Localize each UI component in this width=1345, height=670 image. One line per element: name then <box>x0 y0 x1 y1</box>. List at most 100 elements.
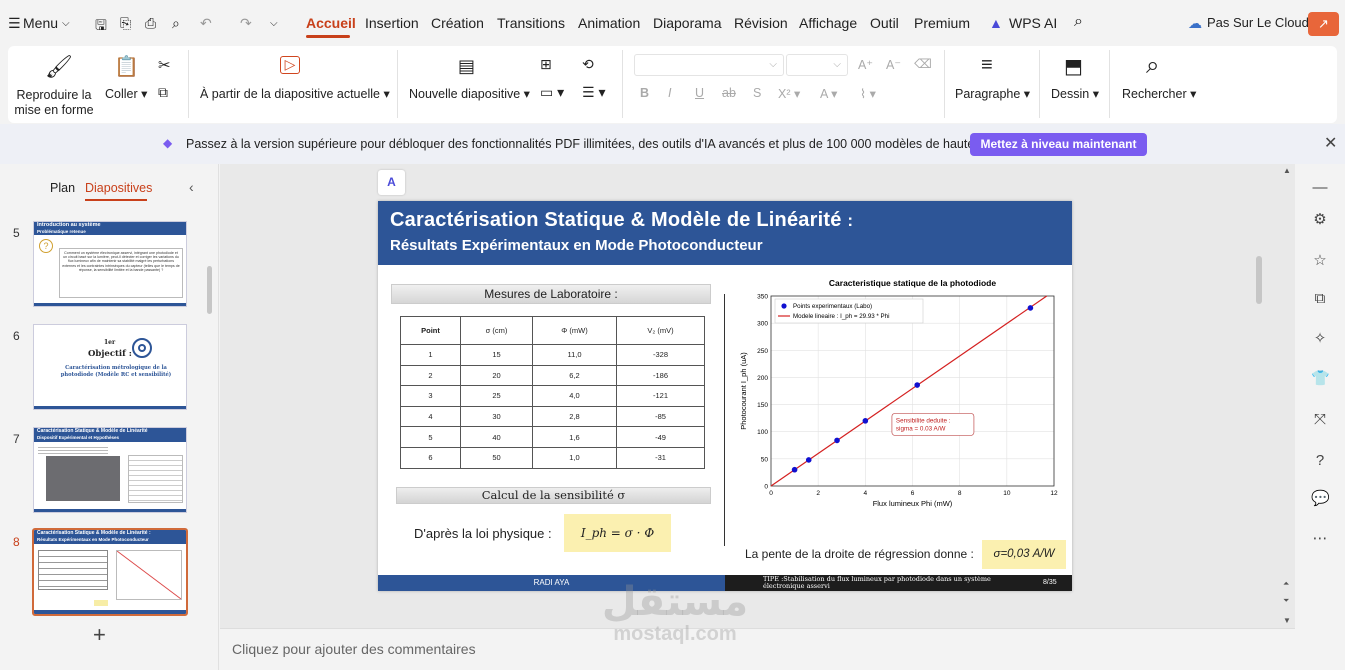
tab-creation[interactable]: Création <box>431 15 484 31</box>
paste-button[interactable]: Coller ▾ <box>105 86 147 101</box>
font-family-select[interactable]: ⌵ <box>634 54 784 76</box>
help-icon[interactable]: ? <box>1311 452 1329 470</box>
format-painter-icon[interactable]: 🖌 <box>45 54 73 80</box>
italic-icon[interactable]: I <box>668 86 671 100</box>
clear-format-icon[interactable]: ⌫ <box>914 56 932 71</box>
shadow-icon[interactable]: S <box>753 86 761 100</box>
layout-icon[interactable]: ⊞ <box>540 56 552 73</box>
chevron-down-icon[interactable]: ⌵ <box>62 18 70 29</box>
properties-icon[interactable]: ⚙ <box>1311 211 1329 229</box>
wps-ai-icon[interactable]: ▲ <box>989 15 1003 31</box>
share-button[interactable]: ↗ <box>1308 12 1339 36</box>
superscript-icon[interactable]: X² ▾ <box>778 86 800 101</box>
wps-ai-button[interactable]: WPS AI <box>1009 15 1057 31</box>
tab-plan[interactable]: Plan <box>50 181 75 195</box>
bold-icon[interactable]: B <box>640 86 649 100</box>
ribbon-divider <box>397 50 398 118</box>
tab-insertion[interactable]: Insertion <box>365 15 419 31</box>
underline-icon[interactable]: U <box>695 86 704 100</box>
slide-thumbnail-7[interactable]: Caractérisation Statique & Modèle de Lin… <box>33 427 187 513</box>
scroll-down-icon[interactable]: ▼ <box>1283 616 1291 625</box>
search-icon[interactable]: ⌕ <box>1074 13 1083 31</box>
save-icon[interactable]: 🖫 <box>95 15 107 39</box>
paragraph-icon[interactable]: ≡ <box>981 54 993 77</box>
calc-header-bar: Calcul de la sensibilité σ <box>396 487 711 504</box>
tab-accueil[interactable]: Accueil <box>306 15 356 31</box>
more-icon[interactable]: ⋯ <box>1311 530 1329 548</box>
slide-number: 6 <box>13 329 20 343</box>
slides-icon[interactable]: ⧉ <box>1311 290 1329 308</box>
canvas-scrollbar[interactable] <box>1256 256 1262 304</box>
current-slide[interactable]: Caractérisation Statique & Modèle de Lin… <box>378 201 1072 591</box>
more-chevron-icon[interactable]: ⌵ <box>270 18 278 29</box>
find-icon[interactable]: ⌕ <box>1146 52 1159 80</box>
drawing-icon[interactable]: ⬒ <box>1064 54 1083 79</box>
design-icon[interactable]: ☆ <box>1311 252 1329 270</box>
from-current-slide-button[interactable]: À partir de la diapositive actuelle ▾ <box>200 86 390 101</box>
section-icon[interactable]: ▭ ▾ <box>540 84 564 101</box>
legend-label-line: Modele lineaire : I_ph = 29.93 * Phi <box>793 313 890 320</box>
cut-icon[interactable]: ✂ <box>158 56 171 74</box>
transition-icon[interactable]: ⤧ <box>1311 411 1329 429</box>
export-icon[interactable]: ⎘ <box>120 15 131 32</box>
reset-icon[interactable]: ⟲ <box>582 56 594 73</box>
scroll-up-icon[interactable]: ▲ <box>1283 166 1291 175</box>
tab-diaporama[interactable]: Diaporama <box>653 15 721 31</box>
undo-icon[interactable]: ↶ <box>200 15 212 32</box>
wps-ai-slide-icon[interactable]: A <box>378 170 405 195</box>
print-icon[interactable]: ⎙ <box>145 15 156 32</box>
slide-thumbnail-5[interactable]: Introduction au système Problématique ret… <box>33 221 187 307</box>
tab-diapositives[interactable]: Diapositives <box>85 181 152 195</box>
new-slide-icon[interactable]: ▤ <box>458 56 475 77</box>
copy-icon[interactable]: ⧉ <box>158 84 168 101</box>
drawing-label: Dessin <box>1051 87 1090 101</box>
table-cell: -328 <box>616 344 705 366</box>
close-icon[interactable]: ✕ <box>1324 133 1337 153</box>
font-size-select[interactable]: ⌵ <box>786 54 848 76</box>
format-painter-button[interactable]: Reproduire la mise en forme <box>14 88 94 118</box>
highlight-icon[interactable]: ⌇ ▾ <box>860 86 876 101</box>
y-tick-label: 0 <box>764 484 768 491</box>
collapse-panel-icon[interactable]: ‹ <box>189 179 194 195</box>
strikethrough-icon[interactable]: ab <box>722 86 736 100</box>
comment-icon[interactable]: 💬 <box>1311 490 1330 508</box>
tab-affichage[interactable]: Affichage <box>799 15 857 31</box>
play-slide-icon[interactable]: ▷ <box>280 56 300 74</box>
slide-thumbnail-6[interactable]: 1er Objectif : Caractérisation métrologi… <box>33 324 187 410</box>
find-button[interactable]: Rechercher ▾ <box>1122 86 1196 101</box>
add-slide-icon[interactable]: + <box>93 622 106 648</box>
tab-transitions[interactable]: Transitions <box>497 15 565 31</box>
comments-area[interactable]: Cliquez pour ajouter des commentaires <box>220 628 1295 670</box>
upgrade-button[interactable]: Mettez à niveau maintenant <box>970 133 1147 156</box>
cloud-status[interactable]: Pas Sur Le Cloud <box>1207 15 1309 30</box>
preview-icon[interactable]: ⌕ <box>172 15 180 32</box>
panel-scrollbar[interactable] <box>207 266 212 314</box>
table-cell: 40 <box>460 426 533 448</box>
grow-font-icon[interactable]: A⁺ <box>858 57 873 72</box>
new-slide-button[interactable]: Nouvelle diapositive ▾ <box>409 86 530 101</box>
table-cell: 15 <box>460 344 533 366</box>
slide-thumbnail-8[interactable]: Caractérisation Statique & Modèle de Lin… <box>32 528 188 616</box>
tab-outil[interactable]: Outil <box>870 15 899 31</box>
table-cell: 3 <box>400 385 461 407</box>
paste-icon[interactable]: 📋 <box>114 54 139 79</box>
paragraph-button[interactable]: Paragraphe ▾ <box>955 86 1030 101</box>
next-slide-icon[interactable]: ⏷ <box>1283 596 1289 606</box>
slide-footer-name: RADI AYA <box>378 575 725 591</box>
tab-animation[interactable]: Animation <box>578 15 640 31</box>
animation-icon[interactable]: ✧ <box>1311 330 1329 348</box>
tab-revision[interactable]: Révision <box>734 15 788 31</box>
prev-slide-icon[interactable]: ⏶ <box>1283 579 1289 589</box>
menu-button[interactable]: Menu <box>23 15 58 31</box>
tab-premium[interactable]: Premium <box>914 15 970 31</box>
font-color-icon[interactable]: A ▾ <box>820 86 837 101</box>
minimize-panel-icon[interactable]: — <box>1311 179 1329 197</box>
redo-icon[interactable]: ↷ <box>240 15 252 32</box>
shrink-font-icon[interactable]: A⁻ <box>886 57 901 72</box>
hamburger-icon[interactable]: ☰ <box>8 15 21 32</box>
shape-icon[interactable]: 👕 <box>1311 370 1330 388</box>
table-cell: 4,0 <box>532 385 617 407</box>
target-icon <box>132 338 152 358</box>
drawing-button[interactable]: Dessin ▾ <box>1051 86 1099 101</box>
arrange-icon[interactable]: ☰ ▾ <box>582 84 605 101</box>
